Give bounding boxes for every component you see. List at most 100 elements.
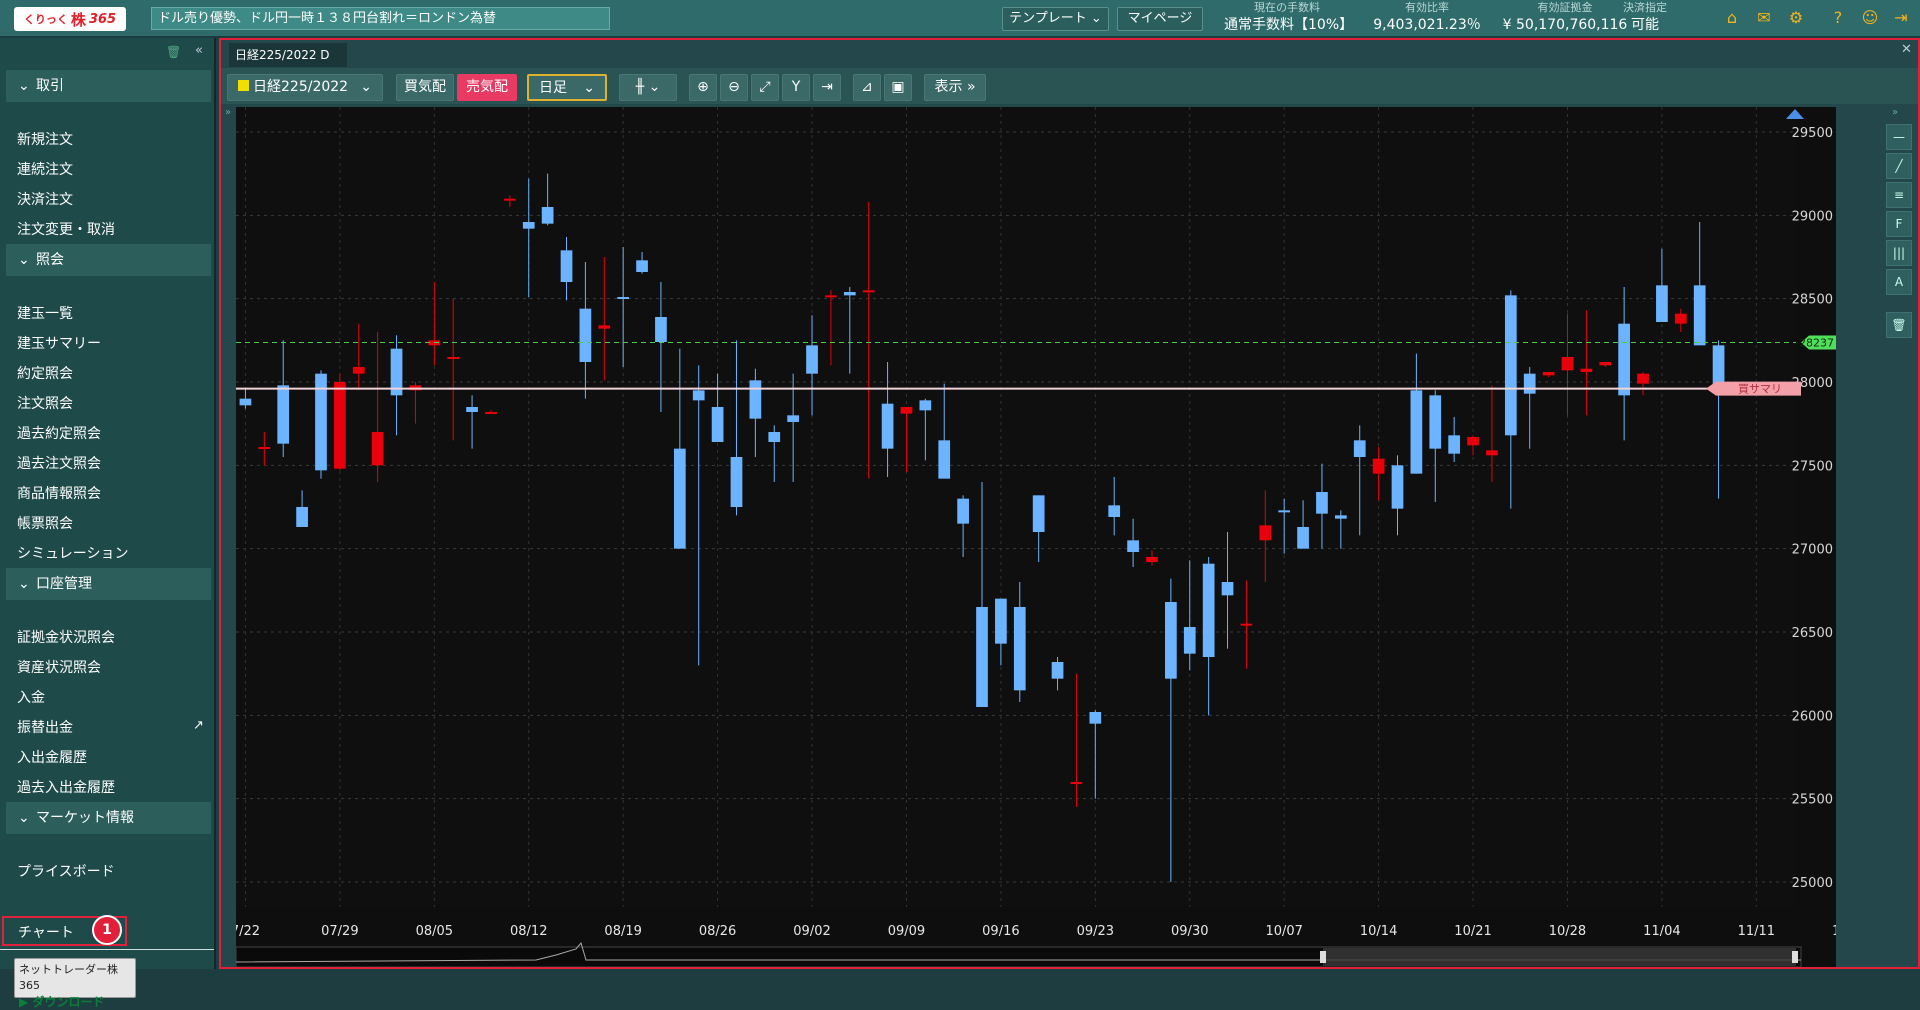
tab-chart-label: 日経225/2022 D [235, 48, 330, 62]
y-axis-area [1796, 107, 1836, 967]
period-select[interactable]: 日足 ⌄ [527, 74, 607, 101]
text-icon[interactable]: A [1886, 269, 1912, 295]
symbol-label: 日経225/2022 [253, 79, 349, 95]
trash-icon[interactable]: 🗑 [1886, 312, 1912, 338]
sidebar-section-2[interactable]: ⌄ 口座管理 [6, 568, 211, 600]
fit-icon[interactable]: ⤢ [751, 74, 779, 101]
user-icon[interactable]: ☺ [1861, 9, 1879, 27]
fibonacci-icon[interactable]: F [1886, 211, 1912, 237]
candle-body [1334, 515, 1347, 519]
chevron-down-icon: ⌄ [18, 252, 30, 268]
sidebar-item[interactable]: 過去入出金履歴 [17, 778, 115, 798]
help-icon[interactable]: ? [1829, 9, 1847, 27]
home-icon[interactable]: ⌂ [1723, 9, 1741, 27]
tab-chart[interactable]: 日経225/2022 D ✕ [229, 43, 347, 87]
sidebar-section-title: 照会 [36, 252, 64, 268]
candle-body [1561, 357, 1574, 371]
sidebar-item[interactable]: 入金 [17, 688, 45, 708]
vertical-lines-icon[interactable]: ||| [1886, 240, 1912, 266]
sidebar-item[interactable]: 過去約定照会 [17, 424, 101, 444]
x-tick-label: 7/22 [236, 924, 260, 939]
candle-body [334, 382, 346, 469]
mypage-button[interactable]: マイページ [1117, 7, 1203, 31]
candlestick-chart[interactable]: 29500 29000 28500 28000 27500 27000 26500 26000… [231, 107, 1870, 968]
candle-body [673, 448, 686, 549]
sidebar-item[interactable]: 過去注文照会 [17, 454, 101, 474]
news-ticker[interactable]: ドル売り優勢、ドル円一時１３８円台割れ＝ロンドン為替 [151, 7, 610, 30]
candle-body [787, 415, 799, 422]
channel-icon[interactable]: ≡ [1886, 182, 1912, 208]
sidebar-item[interactable]: 建玉サマリー [17, 334, 101, 354]
logout-icon[interactable]: ⇥ [1892, 9, 1910, 27]
app-logo[interactable]: くりっく 株 365 [14, 7, 126, 31]
candle-body [1070, 782, 1083, 784]
mail-icon[interactable]: ✉ [1755, 9, 1773, 27]
candle-body [466, 407, 478, 412]
chart-panel: 日経225/2022 D ✕ ✕ 日経225/2022 ⌄ 買気配 売気配 日足 ⌄… [219, 38, 1920, 969]
trend-line-icon[interactable]: ╱ [1886, 153, 1912, 179]
sidebar-item[interactable]: 入出金履歴 [17, 748, 87, 768]
symbol-select[interactable]: 日経225/2022 ⌄ [227, 74, 383, 101]
sidebar-item[interactable]: 決済注文 [17, 190, 73, 210]
sidebar-item[interactable]: 注文照会 [17, 394, 73, 414]
sell-quote-label: 売気配 [466, 79, 508, 95]
sidebar-item[interactable]: 帳票照会 [17, 514, 73, 534]
candle-body [1542, 372, 1555, 376]
sidebar-item[interactable]: プライスボード [17, 862, 115, 882]
y-tick-label: 27500 [1792, 459, 1833, 474]
display-menu-button[interactable]: 表示 » [924, 74, 986, 101]
candle-body [1278, 510, 1291, 513]
candle-body [617, 297, 630, 299]
candle-body [938, 440, 951, 479]
sidebar-item[interactable]: 資産状況照会 [17, 658, 101, 678]
download-button[interactable]: ネットトレーダー株365 ▶ ダウンロード [14, 958, 136, 1009]
close-panel-icon[interactable]: ✕ [1901, 42, 1912, 57]
sidebar-section-title: 取引 [36, 78, 64, 94]
chart-type-select[interactable]: ╫ ⌄ [619, 74, 677, 101]
buy-quote-button[interactable]: 買気配 [396, 74, 454, 101]
x-tick-label: 09/09 [888, 924, 925, 939]
external-link-icon[interactable]: ↗ [193, 718, 204, 733]
sidebar-section-3[interactable]: ⌄ マーケット情報 [6, 802, 211, 834]
sell-quote-button[interactable]: 売気配 [457, 74, 517, 101]
collapse-sidebar-icon[interactable]: « [195, 43, 203, 58]
sidebar-item[interactable]: 証拠金状況照会 [17, 628, 115, 648]
candle-body [655, 317, 667, 342]
sidebar-item[interactable]: 振替出金 [17, 718, 73, 738]
compare-icon[interactable]: ▣ [884, 74, 912, 101]
y-axis-lock-icon[interactable]: Y [782, 74, 810, 101]
sidebar-section-0[interactable]: ⌄ 取引 [6, 70, 211, 102]
candle-body [1448, 435, 1461, 454]
sidebar-item[interactable]: 連続注文 [17, 160, 73, 180]
candle-body [1013, 607, 1026, 691]
candle-body [1165, 602, 1177, 679]
template-button[interactable]: テンプレート ⌄ [1002, 7, 1109, 31]
sidebar-item[interactable]: 商品情報照会 [17, 484, 101, 504]
horizontal-line-icon[interactable]: — [1886, 124, 1912, 150]
logo-text-1: くりっく [23, 13, 68, 26]
sidebar-section-1[interactable]: ⌄ 照会 [6, 244, 211, 276]
zoom-out-icon[interactable]: ⊖ [720, 74, 748, 101]
sidebar-item[interactable]: 約定照会 [17, 364, 73, 384]
zoom-in-icon[interactable]: ⊕ [689, 74, 717, 101]
right-expand-handle[interactable]: » [1892, 107, 1898, 118]
scroll-to-latest-icon[interactable]: ⇥ [813, 74, 841, 101]
x-tick-label: 09/23 [1077, 924, 1114, 939]
trash-icon[interactable]: 🗑 [166, 45, 181, 59]
add-indicator-icon[interactable]: ⊿ [853, 74, 881, 101]
gear-icon[interactable]: ⚙ [1787, 9, 1805, 27]
left-expand-handle[interactable]: » [221, 107, 235, 967]
display-label: 表示 [934, 79, 963, 95]
candle-body [1051, 662, 1064, 679]
y-tick-label: 26000 [1792, 709, 1833, 724]
logo-text-2: 株 [70, 10, 86, 29]
candle-body [296, 507, 308, 527]
x-tick-label: 08/26 [699, 924, 736, 939]
sidebar-item[interactable]: 建玉一覧 [17, 304, 73, 324]
download-product-label: ネットトレーダー株365 [19, 963, 118, 992]
sidebar-item[interactable]: 注文変更・取消 [17, 220, 115, 240]
sidebar-item[interactable]: シミュレーション [17, 544, 128, 564]
x-tick-label: 09/30 [1171, 924, 1208, 939]
sidebar-item[interactable]: 新規注文 [17, 130, 73, 150]
candle-body [636, 260, 648, 272]
